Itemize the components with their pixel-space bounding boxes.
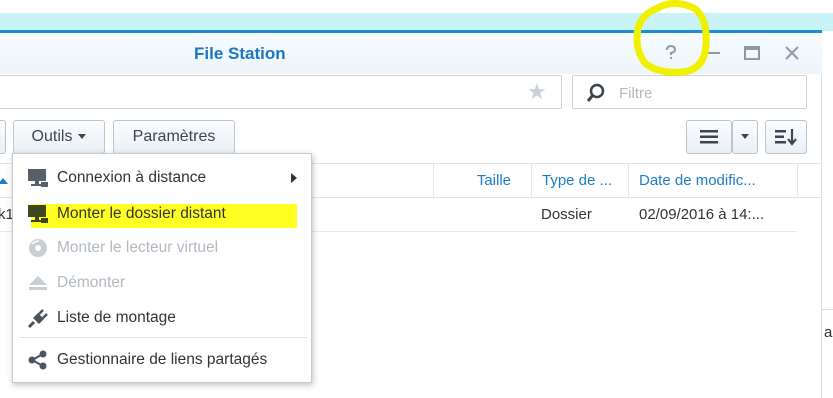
- menu-item-label: Connexion à distance: [57, 169, 207, 186]
- row-modified: 02/09/2016 à 14:...: [639, 206, 765, 223]
- view-mode-button[interactable]: [686, 120, 732, 154]
- chevron-down-icon: [741, 134, 749, 140]
- column-header-extra[interactable]: [797, 164, 822, 198]
- menu-separator: [19, 337, 307, 338]
- menu-item-shared-links-manager[interactable]: Gestionnaire de liens partagés: [13, 344, 311, 376]
- window-title: File Station: [194, 44, 286, 63]
- menu-item-mount-virtual-drive[interactable]: Monter le lecteur virtuel: [13, 232, 311, 264]
- minimize-icon[interactable]: [702, 42, 724, 64]
- help-icon[interactable]: [660, 42, 682, 64]
- column-header-modified[interactable]: Date de modific...: [628, 164, 797, 198]
- settings-button-label: Paramètres: [132, 128, 216, 145]
- share-icon: [28, 350, 47, 370]
- filter-input[interactable]: [619, 82, 799, 104]
- column-header-size[interactable]: Taille: [433, 164, 531, 198]
- monitor-icon: [28, 205, 48, 223]
- eject-icon: [29, 276, 47, 290]
- list-view-icon: [700, 130, 718, 144]
- chevron-down-icon: [78, 134, 87, 140]
- tools-dropdown-menu: Connexion à distance Monter le dossier d…: [12, 153, 312, 383]
- search-icon: [586, 83, 605, 102]
- sort-icon: [775, 129, 797, 146]
- maximize-icon[interactable]: [741, 42, 763, 64]
- disc-icon: [29, 239, 47, 257]
- menu-item-remote-connection[interactable]: Connexion à distance: [13, 162, 311, 194]
- menu-item-label: Monter le lecteur virtuel: [57, 239, 219, 256]
- background-panel-divider: [822, 309, 833, 310]
- menu-item-mount-list[interactable]: Liste de montage: [13, 302, 311, 334]
- menu-item-label: Démonter: [57, 274, 126, 291]
- tools-button[interactable]: Outils: [13, 120, 105, 154]
- chevron-right-icon: [291, 173, 297, 183]
- menu-item-label: Liste de montage: [57, 309, 176, 326]
- column-header-type[interactable]: Type de ...: [531, 164, 628, 198]
- view-mode-dropdown[interactable]: [732, 120, 758, 154]
- menu-item-label: Monter le dossier distant: [57, 205, 226, 222]
- menu-item-unmount[interactable]: Démonter: [13, 267, 311, 299]
- row-type: Dossier: [541, 206, 592, 223]
- left-toolbar-button[interactable]: [0, 120, 6, 154]
- star-icon[interactable]: ★: [527, 80, 547, 104]
- window-focus-glow: [0, 13, 833, 31]
- menu-item-mount-remote-folder[interactable]: Monter le dossier distant: [13, 198, 311, 230]
- plug-icon: [27, 309, 48, 328]
- desktop-background: [0, 0, 833, 14]
- close-icon[interactable]: [781, 42, 803, 64]
- tools-button-label: Outils: [31, 128, 73, 145]
- sort-button[interactable]: [765, 120, 807, 154]
- background-panel-text: a: [824, 324, 833, 341]
- title-bar[interactable]: File Station: [0, 30, 822, 74]
- sort-asc-icon: [0, 178, 8, 184]
- monitor-icon: [28, 169, 48, 187]
- menu-item-label: Gestionnaire de liens partagés: [57, 351, 268, 368]
- settings-button[interactable]: Paramètres: [113, 120, 235, 154]
- path-bar[interactable]: ★: [0, 75, 562, 109]
- filter-box[interactable]: [572, 75, 807, 109]
